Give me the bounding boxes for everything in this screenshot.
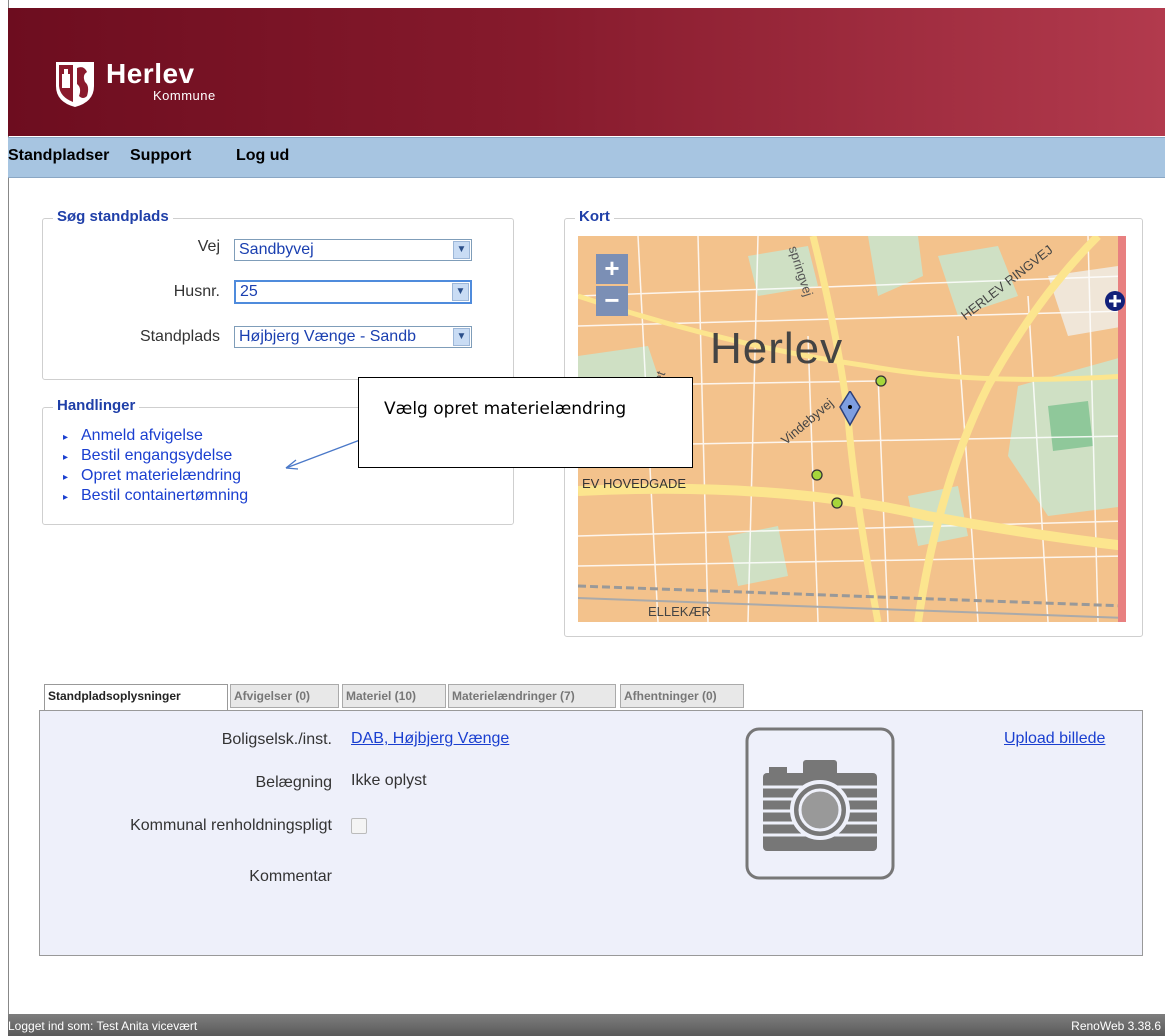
coat-of-arms-icon	[56, 62, 94, 107]
husnr-label: Husnr.	[173, 283, 220, 300]
tab-afvigelser[interactable]: Afvigelser (0)	[230, 684, 339, 708]
tab-afhentninger[interactable]: Afhentninger (0)	[620, 684, 744, 708]
renhold-label: Kommunal renholdningspligt	[130, 817, 332, 834]
map-point-icon[interactable]	[874, 374, 888, 388]
brand-name: Herlev	[106, 58, 195, 89]
tab-materiel[interactable]: Materiel (10)	[342, 684, 446, 708]
logged-in-user: Logget ind som: Test Anita vicevært	[8, 1019, 198, 1033]
triangle-right-icon: ▸	[63, 432, 69, 443]
vej-value: Sandbyvej	[239, 241, 314, 258]
map-pin-icon[interactable]	[838, 391, 862, 427]
logo[interactable]: Herlev Kommune	[54, 60, 216, 108]
map-hospital-icon	[1105, 291, 1125, 311]
kommentar-label: Kommentar	[249, 868, 332, 885]
upload-image-link[interactable]: Upload billede	[1004, 730, 1105, 748]
triangle-right-icon: ▸	[63, 492, 69, 503]
triangle-right-icon: ▸	[63, 452, 69, 463]
renhold-checkbox[interactable]	[351, 818, 367, 834]
action-bestil-engangsydelse[interactable]: ▸ Bestil engangsydelse	[63, 447, 232, 465]
page-header: Herlev Kommune	[8, 8, 1165, 136]
chevron-down-icon[interactable]: ▼	[453, 241, 470, 259]
callout-box: Vælg opret materielændring	[358, 377, 693, 468]
vej-select[interactable]: Sandbyvej ▼	[234, 239, 472, 261]
action-opret-materielaendring[interactable]: ▸ Opret materielændring	[63, 467, 241, 485]
standplads-select[interactable]: Højbjerg Vænge - Sandb ▼	[234, 326, 472, 348]
tab-materielaendringer[interactable]: Materielændringer (7)	[448, 684, 616, 708]
nav-log-ud[interactable]: Log ud	[236, 147, 289, 165]
action-label: Bestil engangsydelse	[81, 447, 233, 464]
bolig-label: Boligselsk./inst.	[221, 731, 332, 748]
nav-standpladser[interactable]: Standpladser	[8, 147, 109, 165]
belaegning-value: Ikke oplyst	[351, 772, 427, 789]
belaegning-label: Belægning	[255, 774, 333, 791]
map-point-icon[interactable]	[830, 496, 844, 510]
map-legend: Kort	[575, 208, 614, 225]
action-label: Opret materielændring	[81, 467, 242, 484]
actions-legend: Handlinger	[53, 397, 140, 414]
map-road-label: EV HOVEDGADE	[582, 476, 687, 491]
map-road-label: ELLEKÆR	[648, 604, 711, 619]
app-version: RenoWeb 3.38.6	[1071, 1019, 1161, 1033]
action-bestil-containertoemning[interactable]: ▸ Bestil containertømning	[63, 487, 248, 505]
map-city-label: Herlev	[710, 324, 844, 373]
brand-subtitle: Kommune	[153, 88, 216, 103]
standplads-value: Højbjerg Vænge - Sandb	[239, 328, 416, 345]
action-anmeld-afvigelse[interactable]: ▸ Anmeld afvigelse	[63, 427, 203, 445]
search-legend: Søg standplads	[53, 208, 173, 225]
map-point-icon[interactable]	[810, 468, 824, 482]
chevron-down-icon[interactable]: ▼	[453, 328, 470, 346]
main-nav: Standpladser Support Log ud	[8, 137, 1165, 178]
husnr-select[interactable]: 25 ▼	[234, 280, 472, 304]
zoom-out-button[interactable]: −	[596, 286, 628, 316]
chevron-down-icon[interactable]: ▼	[452, 283, 469, 301]
callout-text: Vælg opret materielændring	[384, 399, 627, 419]
nav-support[interactable]: Support	[130, 147, 191, 165]
camera-icon[interactable]	[745, 727, 895, 880]
bolig-link[interactable]: DAB, Højbjerg Vænge	[351, 730, 509, 748]
action-label: Bestil containertømning	[81, 487, 249, 504]
callout-arrow	[285, 439, 361, 470]
action-label: Anmeld afvigelse	[81, 427, 203, 444]
vej-label: Vej	[197, 238, 220, 255]
husnr-value: 25	[240, 283, 258, 300]
tab-standpladsoplysninger[interactable]: Standpladsoplysninger	[44, 684, 228, 711]
triangle-right-icon: ▸	[63, 472, 69, 483]
zoom-in-button[interactable]: +	[596, 254, 628, 284]
status-bar: Logget ind som: Test Anita vicevært Reno…	[8, 1014, 1165, 1036]
standplads-label: Standplads	[139, 328, 220, 345]
